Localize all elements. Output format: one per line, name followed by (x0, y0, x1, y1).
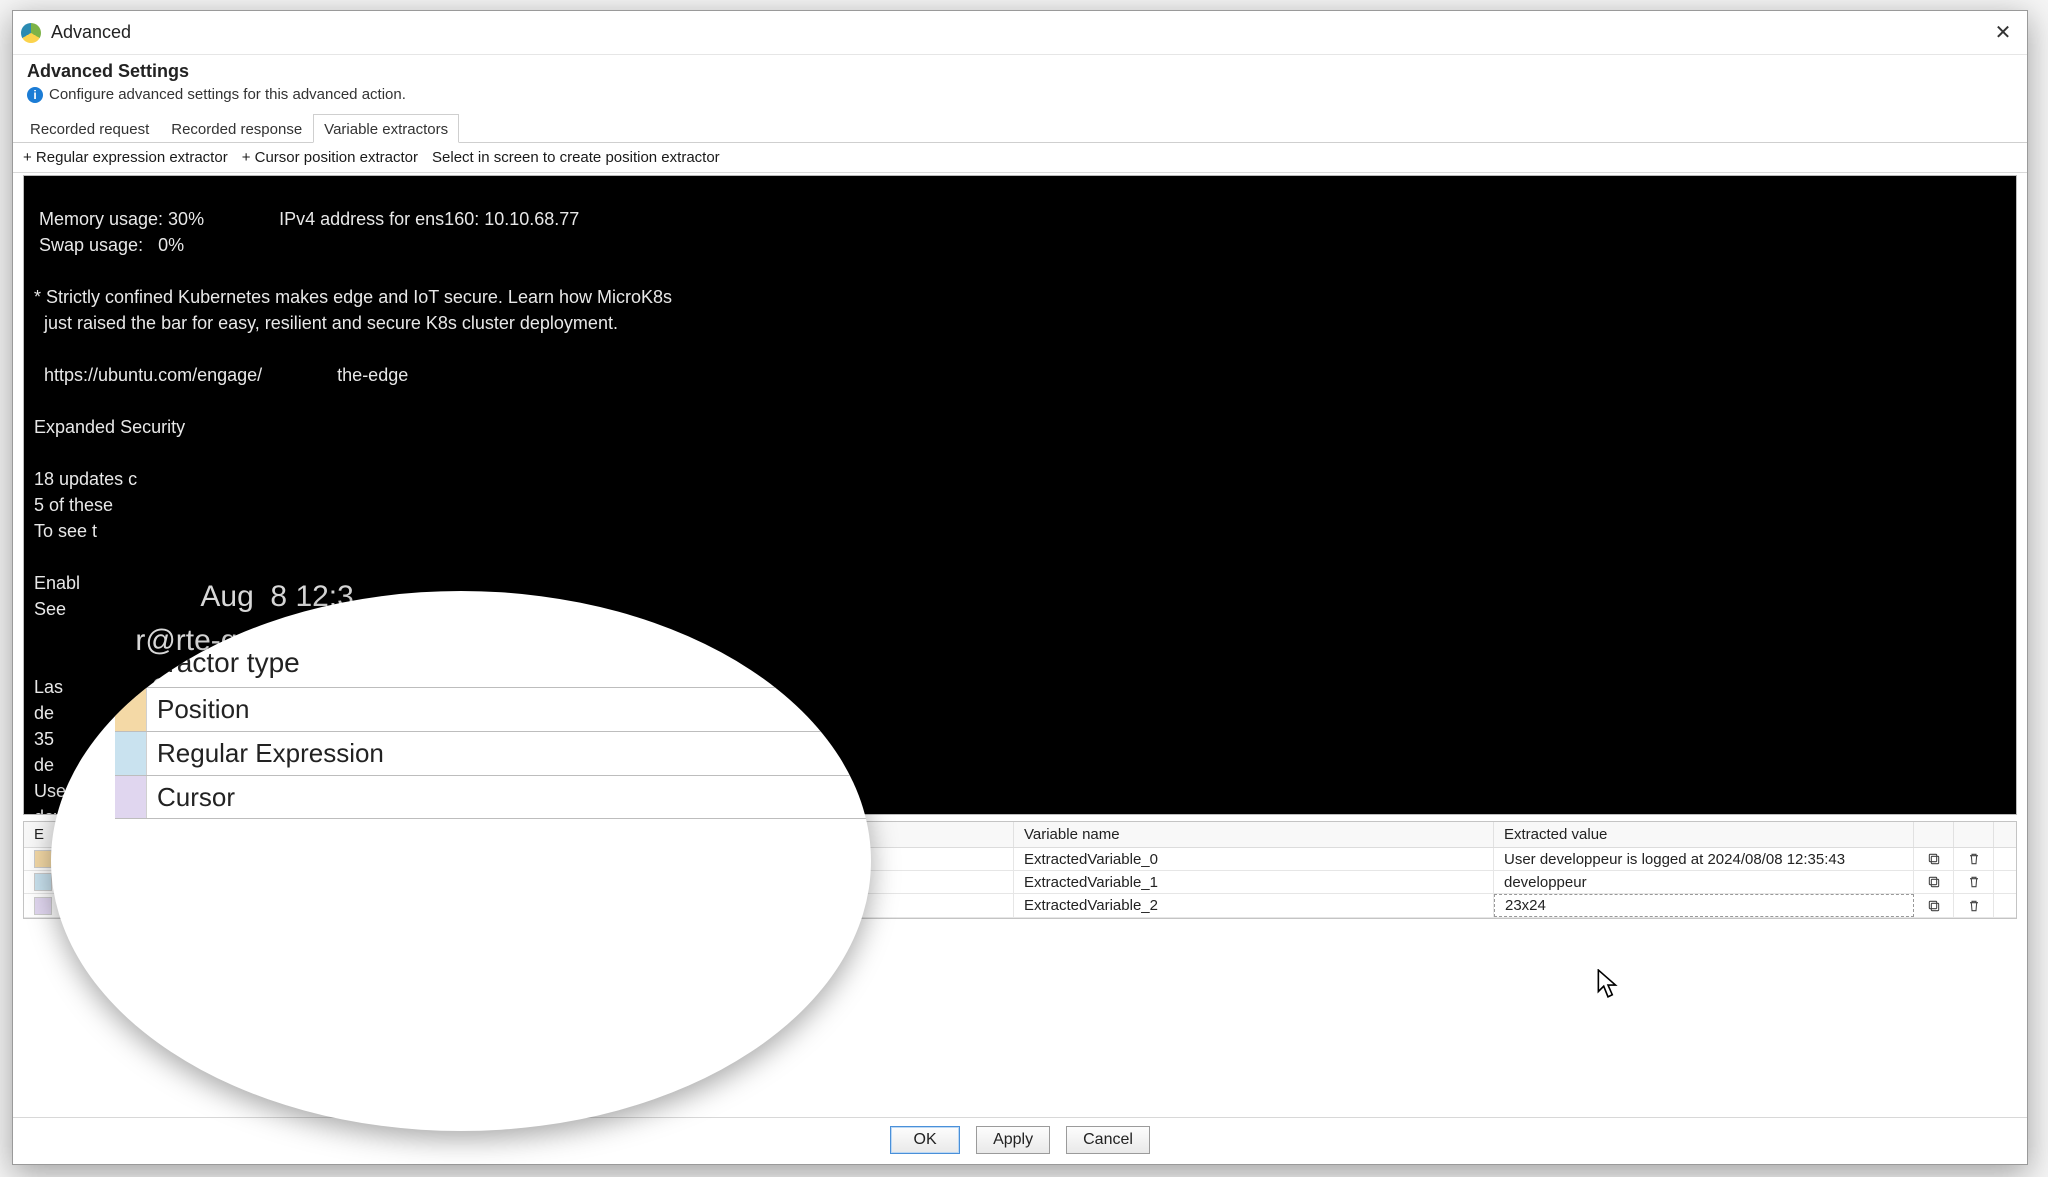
apply-button[interactable]: Apply (976, 1126, 1050, 1154)
popup-row-cursor[interactable]: Cursor (115, 775, 871, 819)
delete-button[interactable] (1954, 894, 1994, 917)
tab-recorded-response[interactable]: Recorded response (160, 114, 313, 142)
window-title: Advanced (51, 22, 131, 43)
popup-row-regex[interactable]: Regular Expression (115, 731, 871, 775)
copy-button[interactable] (1914, 871, 1954, 893)
row-swatch (34, 850, 52, 868)
col-variable-name[interactable]: Variable name (1014, 822, 1494, 847)
extractor-type-popup: Extractor type Position Regular Expressi… (51, 591, 871, 1131)
tab-variable-extractors[interactable]: Variable extractors (313, 114, 459, 143)
row-swatch (34, 873, 52, 891)
trash-icon (1966, 874, 1982, 890)
dialog-header: Advanced Settings i Configure advanced s… (13, 55, 2027, 109)
dialog-window: Advanced ✕ Advanced Settings i Configure… (12, 10, 2028, 1165)
copy-icon (1926, 851, 1942, 867)
info-icon: i (27, 87, 43, 103)
dialog-hint: i Configure advanced settings for this a… (27, 86, 2013, 109)
position-swatch (115, 688, 147, 731)
titlebar: Advanced ✕ (13, 11, 2027, 55)
delete-button[interactable] (1954, 871, 1994, 893)
copy-button[interactable] (1914, 894, 1954, 917)
ok-button[interactable]: OK (890, 1126, 960, 1154)
copy-button[interactable] (1914, 848, 1954, 870)
dialog-hint-text: Configure advanced settings for this adv… (49, 86, 406, 103)
trash-icon (1966, 851, 1982, 867)
regex-swatch (115, 732, 147, 775)
cancel-button[interactable]: Cancel (1066, 1126, 1150, 1154)
close-button[interactable]: ✕ (1987, 17, 2019, 49)
dialog-footer: OK Apply Cancel (13, 1117, 2027, 1154)
tabstrip: Recorded request Recorded response Varia… (13, 113, 2027, 143)
cursor-swatch (115, 776, 147, 818)
trash-icon (1966, 898, 1982, 914)
row-swatch (34, 897, 52, 915)
popup-header: Extractor type (115, 639, 871, 687)
col-extracted-value[interactable]: Extracted value (1494, 822, 1914, 847)
copy-icon (1926, 898, 1942, 914)
add-regex-extractor[interactable]: + Regular expression extractor (23, 149, 228, 166)
copy-icon (1926, 874, 1942, 890)
delete-button[interactable] (1954, 848, 1994, 870)
extractor-toolbar: + Regular expression extractor + Cursor … (13, 143, 2027, 173)
app-icon (21, 23, 41, 43)
dialog-heading: Advanced Settings (27, 61, 2013, 82)
tab-recorded-request[interactable]: Recorded request (19, 114, 160, 142)
select-in-screen[interactable]: Select in screen to create position extr… (432, 149, 720, 166)
col-copy (1914, 822, 1954, 847)
mouse-cursor-icon (1597, 969, 1619, 999)
add-cursor-extractor[interactable]: + Cursor position extractor (242, 149, 418, 166)
col-delete (1954, 822, 1994, 847)
popup-row-position[interactable]: Position (115, 687, 871, 731)
